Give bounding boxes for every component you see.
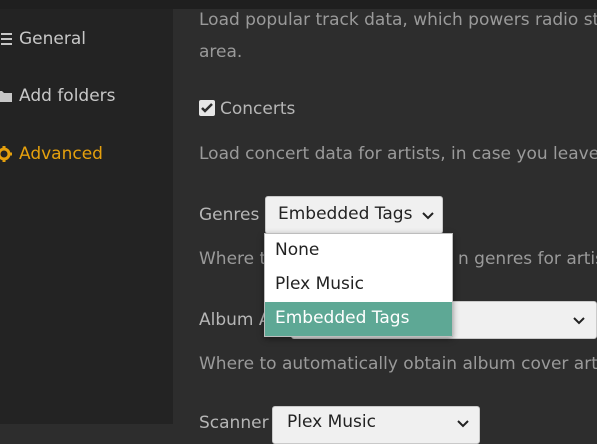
genres-select-value: Embedded Tags: [278, 204, 413, 224]
sidebar-item-label: General: [19, 29, 86, 49]
scanner-select[interactable]: Plex Music: [272, 406, 480, 444]
chevron-down-icon: [422, 212, 434, 220]
sidebar-item-advanced[interactable]: Advanced: [0, 140, 103, 168]
chevron-down-icon: [457, 420, 469, 428]
concerts-description: Load concert data for artists, in case y…: [199, 144, 597, 164]
scanner-select-value: Plex Music: [287, 412, 376, 432]
album-art-description: Where to automatically obtain album cove…: [199, 354, 597, 374]
concerts-label: Concerts: [220, 99, 296, 119]
popular-tracks-description-cont: area.: [199, 42, 243, 62]
top-bar: [0, 0, 597, 9]
genres-label: Genres: [199, 205, 260, 225]
sidebar-item-label: Add folders: [19, 86, 116, 106]
chevron-down-icon: [573, 317, 585, 325]
dropdown-option-none[interactable]: None: [265, 234, 452, 268]
album-art-label: Album A: [199, 310, 271, 330]
scanner-label: Scanner: [199, 413, 269, 433]
gear-icon: [0, 146, 12, 162]
sidebar-item-label: Advanced: [19, 144, 103, 164]
dropdown-option-plex-music[interactable]: Plex Music: [265, 268, 452, 302]
sidebar: General Add folders Advanced: [0, 9, 173, 424]
genres-description-right: n genres for artist: [458, 249, 597, 269]
genres-select[interactable]: Embedded Tags: [265, 196, 443, 234]
dropdown-option-embedded-tags[interactable]: Embedded Tags: [265, 302, 452, 336]
check-icon: [201, 103, 213, 113]
concerts-checkbox[interactable]: [199, 100, 215, 116]
list-icon: [0, 31, 12, 47]
folder-icon: [0, 88, 12, 104]
genres-dropdown-menu: None Plex Music Embedded Tags: [264, 233, 453, 337]
popular-tracks-description: Load popular track data, which powers ra…: [199, 10, 597, 30]
sidebar-item-general[interactable]: General: [0, 25, 86, 53]
settings-panel: Load popular track data, which powers ra…: [173, 9, 597, 444]
sidebar-item-add-folders[interactable]: Add folders: [0, 82, 116, 110]
genres-description-left: Where t: [199, 249, 267, 269]
